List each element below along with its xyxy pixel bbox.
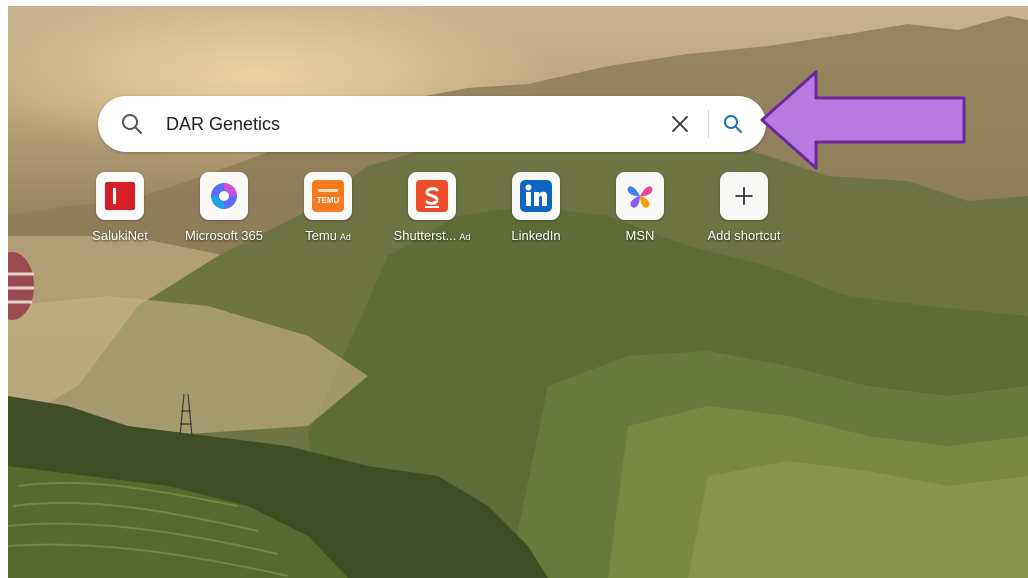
plus-icon bbox=[735, 187, 753, 205]
shortcut-salukinet[interactable]: SalukiNet bbox=[70, 172, 170, 248]
shortcut-label: Add shortcut bbox=[707, 228, 781, 243]
search-submit-button[interactable] bbox=[722, 113, 744, 135]
close-icon[interactable] bbox=[668, 112, 692, 136]
temu-icon: TEMU bbox=[312, 180, 344, 212]
shortcut-tile[interactable] bbox=[96, 172, 144, 220]
shortcut-label: LinkedIn bbox=[511, 228, 561, 243]
ad-badge: Ad bbox=[339, 232, 351, 242]
microsoft-365-icon bbox=[211, 183, 237, 209]
search-input[interactable]: DAR Genetics bbox=[166, 113, 280, 135]
search-divider bbox=[708, 110, 709, 138]
shortcut-temu[interactable]: TEMU Temu Ad bbox=[278, 172, 378, 248]
annotation-arrow bbox=[760, 70, 966, 170]
shortcut-msn[interactable]: MSN bbox=[590, 172, 690, 248]
shortcut-tile[interactable] bbox=[200, 172, 248, 220]
shortcut-microsoft-365[interactable]: Microsoft 365 bbox=[174, 172, 274, 248]
msn-icon bbox=[627, 186, 653, 208]
salukinet-icon bbox=[105, 182, 135, 210]
shortcut-label: Shutterst... Ad bbox=[393, 228, 471, 243]
shortcut-label: Microsoft 365 bbox=[184, 228, 264, 243]
shortcut-linkedin[interactable]: LinkedIn bbox=[486, 172, 586, 248]
search-bar[interactable]: DAR Genetics bbox=[98, 96, 766, 152]
ad-badge: Ad bbox=[459, 232, 471, 242]
shortcut-tile[interactable] bbox=[512, 172, 560, 220]
linkedin-icon bbox=[520, 180, 552, 212]
new-tab-page: DAR Genetics SalukiNet Microsoft 365 TEM… bbox=[8, 6, 1028, 578]
shortcut-label: SalukiNet bbox=[92, 228, 148, 243]
shortcut-tile[interactable]: TEMU bbox=[304, 172, 352, 220]
shutterstock-icon bbox=[416, 180, 448, 212]
add-shortcut-button[interactable] bbox=[720, 172, 768, 220]
search-icon bbox=[122, 114, 142, 134]
temu-logo-text: TEMU bbox=[317, 196, 340, 205]
shortcut-tile[interactable] bbox=[616, 172, 664, 220]
shortcut-shutterstock[interactable]: Shutterst... Ad bbox=[382, 172, 482, 248]
shortcut-label: Temu Ad bbox=[305, 228, 351, 243]
shortcut-tile[interactable] bbox=[408, 172, 456, 220]
shortcut-label: MSN bbox=[625, 228, 655, 243]
shortcut-add[interactable]: Add shortcut bbox=[694, 172, 794, 248]
